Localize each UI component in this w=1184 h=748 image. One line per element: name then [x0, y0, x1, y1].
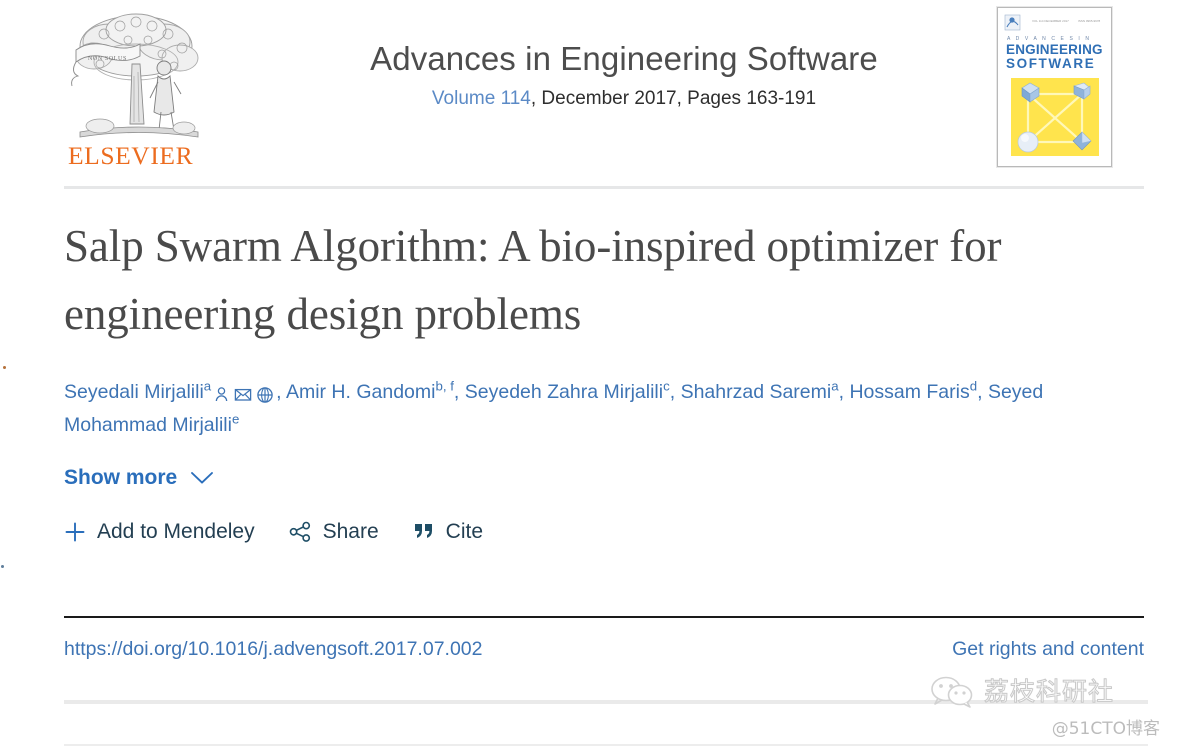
- elsevier-tree-logo: NON SOLUS ELSEVIER: [64, 6, 214, 174]
- author-affiliation-marker[interactable]: a: [831, 378, 838, 393]
- add-to-mendeley-label: Add to Mendeley: [97, 520, 255, 544]
- journal-info: Advances in Engineering Software Volume …: [244, 38, 1004, 110]
- svg-text:NON SOLUS: NON SOLUS: [88, 56, 127, 62]
- share-network-icon: [289, 521, 312, 543]
- author-separator: ,: [977, 380, 988, 403]
- author-item[interactable]: Seyedali Mirjalilia: [64, 378, 211, 403]
- author-name: Hossam Faris: [849, 380, 970, 403]
- author-item[interactable]: Seyedeh Zahra Mirjalilic: [464, 378, 670, 403]
- svg-text:SOFTWARE: SOFTWARE: [1006, 56, 1095, 71]
- author-item[interactable]: Amir H. Gandomib, f: [285, 378, 454, 403]
- footer-divider-top: [64, 700, 1148, 704]
- header-divider: [64, 186, 1144, 189]
- journal-header: NON SOLUS ELSEVIER Advances in Engineeri…: [64, 0, 1144, 186]
- author-name: Seyedeh Zahra Mirjalili: [464, 380, 664, 403]
- journal-cover-thumbnail[interactable]: VOL 114 DECEMBER 2017 ISSN 0965-9978 A D…: [997, 7, 1112, 167]
- page-title: Salp Swarm Algorithm: A bio-inspired opt…: [64, 221, 1002, 340]
- author-separator: ,: [276, 380, 286, 403]
- doi-row: https://doi.org/10.1016/j.advengsoft.201…: [64, 638, 1144, 661]
- elsevier-wordmark: ELSEVIER: [68, 141, 193, 170]
- author-affiliation-marker[interactable]: e: [232, 411, 239, 426]
- cite-label: Cite: [445, 520, 484, 544]
- author-separator: ,: [453, 380, 465, 403]
- author-list: Seyedali Mirjalilia , Amir H. Gandomib, …: [64, 377, 1134, 441]
- svg-text:ENGINEERING: ENGINEERING: [1006, 42, 1103, 57]
- watermark: 荔枝科研社 @51CTO博客: [930, 676, 1166, 742]
- volume-link[interactable]: Volume 114: [432, 88, 531, 109]
- plus-icon: [64, 521, 86, 543]
- edge-speck: [1, 565, 4, 568]
- doi-link[interactable]: https://doi.org/10.1016/j.advengsoft.201…: [64, 638, 483, 661]
- journal-issue-meta: Volume 114, December 2017, Pages 163-191: [244, 88, 1004, 110]
- article-page: NON SOLUS ELSEVIER Advances in Engineeri…: [0, 0, 1184, 748]
- author-affiliation-marker[interactable]: a: [204, 378, 211, 393]
- author-separator: ,: [669, 380, 681, 403]
- get-rights-and-content-link[interactable]: Get rights and content: [952, 638, 1144, 661]
- author-item[interactable]: Shahrzad Saremia: [680, 378, 839, 403]
- author-email-icon[interactable]: [234, 386, 252, 403]
- cite-button[interactable]: Cite: [413, 520, 483, 544]
- author-profile-icon[interactable]: [213, 386, 230, 403]
- author-name: Seyedali Mirjalili: [64, 380, 204, 403]
- add-to-mendeley-button[interactable]: Add to Mendeley: [64, 520, 255, 544]
- chevron-down-icon: [191, 472, 214, 484]
- author-item[interactable]: Hossam Farisd: [849, 378, 977, 403]
- doi-divider: [64, 616, 1144, 618]
- quote-marks-icon: [413, 522, 435, 542]
- author-website-icon[interactable]: [256, 386, 274, 404]
- share-button[interactable]: Share: [289, 520, 379, 544]
- show-more-button[interactable]: Show more: [64, 466, 214, 490]
- article-action-bar: Add to Mendeley Share Cite: [64, 520, 1144, 544]
- watermark-source: @51CTO博客: [1051, 719, 1160, 739]
- edge-speck: [3, 366, 6, 369]
- show-more-label: Show more: [64, 466, 178, 490]
- footer-divider-bottom: [64, 744, 1148, 746]
- author-affiliation-marker[interactable]: c: [663, 378, 670, 393]
- share-label: Share: [322, 520, 379, 544]
- author-contact-icons: [211, 379, 276, 410]
- journal-title: Advances in Engineering Software: [370, 40, 878, 77]
- issue-meta-text: , December 2017, Pages 163-191: [530, 88, 817, 110]
- author-name: Amir H. Gandomi: [285, 380, 436, 403]
- article-header: Salp Swarm Algorithm: A bio-inspired opt…: [64, 206, 1144, 544]
- author-separator: ,: [838, 380, 850, 403]
- author-affiliation-marker[interactable]: b, f: [435, 378, 453, 393]
- author-affiliation-marker[interactable]: d: [970, 378, 977, 393]
- svg-text:ISSN 0965-9978: ISSN 0965-9978: [1078, 19, 1101, 23]
- author-name: Shahrzad Saremi: [680, 380, 832, 403]
- svg-text:VOL 114 DECEMBER 2017: VOL 114 DECEMBER 2017: [1032, 19, 1069, 23]
